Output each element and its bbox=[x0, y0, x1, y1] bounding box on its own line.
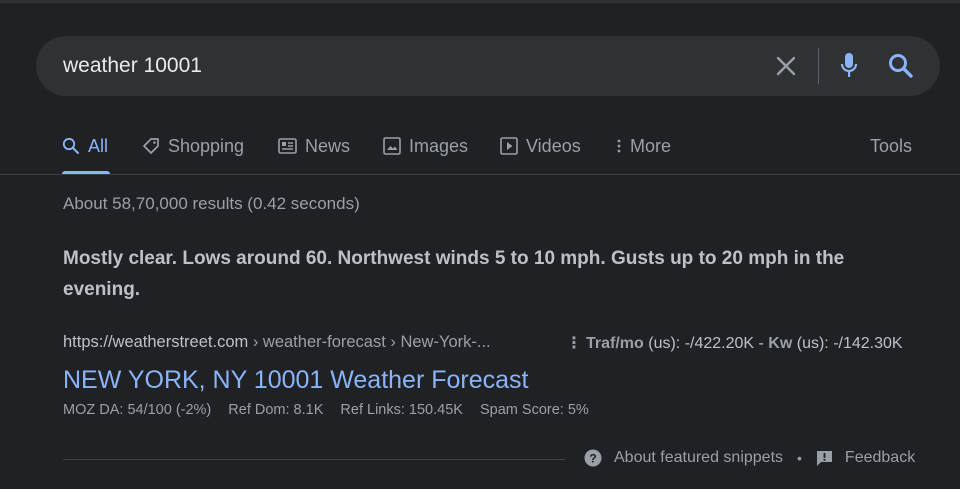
moz-ref-dom: Ref Dom: 8.1K bbox=[228, 402, 324, 418]
tab-all[interactable]: All bbox=[62, 132, 108, 160]
search-bar[interactable]: weather 10001 bbox=[36, 36, 940, 96]
search-input[interactable]: weather 10001 bbox=[63, 54, 202, 78]
snippet-footer: ? About featured snippets • Feedback bbox=[584, 449, 915, 467]
feedback-icon bbox=[816, 450, 833, 467]
svg-text:?: ? bbox=[589, 451, 596, 465]
traffic-value: -/422.20K bbox=[684, 335, 755, 352]
about-snippets-link[interactable]: About featured snippets bbox=[614, 449, 783, 467]
tab-label: Shopping bbox=[168, 135, 245, 156]
moz-da: MOZ DA: 54/100 (-2%) bbox=[63, 402, 212, 418]
more-vert-icon bbox=[616, 137, 622, 155]
feedback-link[interactable]: Feedback bbox=[845, 449, 915, 467]
keywords-label: Kw bbox=[768, 335, 793, 352]
result-title-link[interactable]: NEW YORK, NY 10001 Weather Forecast bbox=[63, 366, 528, 395]
tab-shopping[interactable]: Shopping bbox=[142, 132, 244, 160]
tabs-divider bbox=[0, 174, 960, 175]
tools-button[interactable]: Tools bbox=[870, 132, 912, 160]
image-icon bbox=[383, 137, 401, 155]
search-icon bbox=[62, 137, 80, 155]
search-icon[interactable] bbox=[882, 48, 920, 84]
result-breadcrumb: › weather-forecast › New-York-... bbox=[248, 333, 491, 351]
tools-label: Tools bbox=[870, 135, 913, 156]
tab-label: Images bbox=[409, 135, 469, 156]
play-icon bbox=[500, 137, 518, 155]
moz-ref-links: Ref Links: 150.45K bbox=[340, 402, 463, 418]
keywords-value: -/142.30K bbox=[833, 335, 903, 352]
traffic-label: Traf/mo bbox=[586, 335, 644, 352]
traffic-region: (us): bbox=[643, 335, 685, 352]
seo-metrics: ⋮ Traf/mo (us): -/422.20K - Kw (us): -/14… bbox=[566, 333, 903, 353]
moz-spam-score: Spam Score: 5% bbox=[479, 402, 589, 418]
featured-snippet-text: Mostly clear. Lows around 60. Northwest … bbox=[63, 248, 845, 300]
more-vert-icon[interactable]: ⋮ bbox=[566, 333, 582, 353]
metric-separator: - bbox=[754, 335, 769, 352]
clear-icon[interactable] bbox=[766, 51, 806, 81]
keywords-region: (us): bbox=[792, 335, 834, 352]
tab-images[interactable]: Images bbox=[383, 132, 468, 160]
result-url[interactable]: https://weatherstreet.com › weather-fore… bbox=[63, 333, 491, 352]
tab-videos[interactable]: Videos bbox=[500, 132, 581, 160]
tag-icon bbox=[142, 137, 160, 155]
help-icon: ? bbox=[584, 449, 602, 467]
result-stats: About 58,70,000 results (0.42 seconds) bbox=[63, 194, 360, 213]
footer-bullet: • bbox=[797, 450, 802, 466]
microphone-icon[interactable] bbox=[832, 48, 866, 84]
tab-label: All bbox=[88, 135, 109, 156]
news-icon bbox=[278, 138, 297, 154]
tab-label: More bbox=[630, 135, 672, 156]
tab-more[interactable]: More bbox=[616, 132, 671, 160]
search-bar-separator bbox=[818, 48, 819, 84]
window-top-border bbox=[0, 0, 960, 3]
moz-metrics: MOZ DA: 54/100 (-2%) Ref Dom: 8.1K Ref L… bbox=[63, 402, 602, 418]
tab-news[interactable]: News bbox=[278, 132, 350, 160]
tab-label: Videos bbox=[526, 135, 581, 156]
footer-divider bbox=[63, 459, 565, 460]
tab-label: News bbox=[305, 135, 351, 156]
search-tabs: All Shopping News Images Videos More Too… bbox=[62, 132, 922, 174]
result-url-domain: https://weatherstreet.com bbox=[63, 333, 249, 351]
